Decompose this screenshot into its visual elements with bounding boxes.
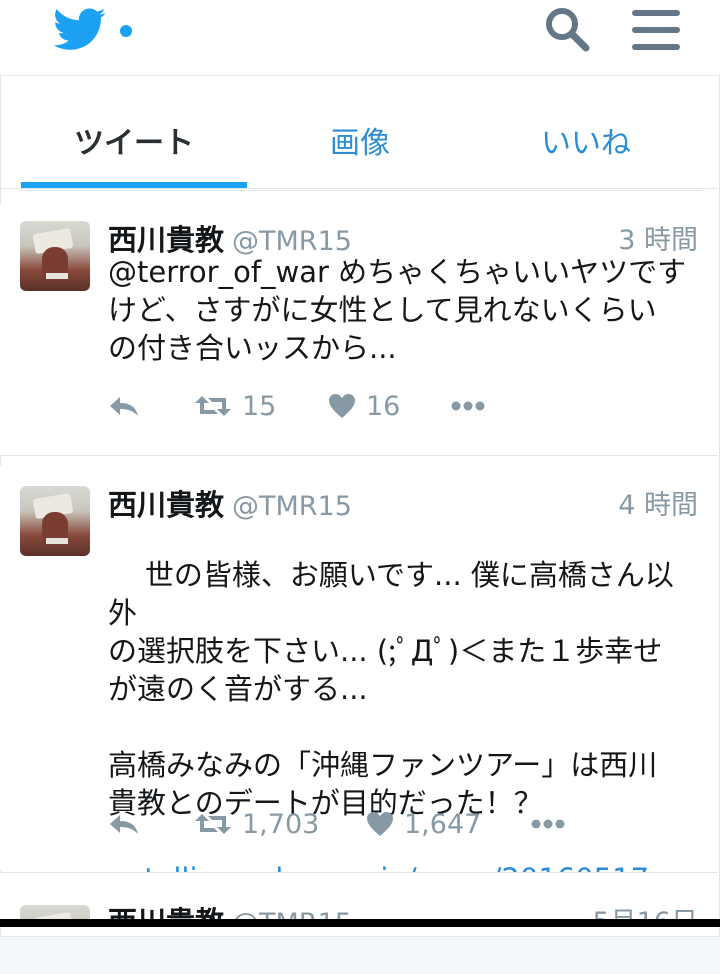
tweet[interactable]: 西川貴教 @TMR15 4 時間 世の皆様、お願いです... 僕に高橋さん以外 の… [0, 466, 718, 896]
author-name: 西川貴教 [108, 905, 224, 919]
avatar[interactable] [20, 221, 90, 291]
more-icon [531, 819, 565, 829]
retweet-icon [195, 814, 231, 834]
heart-icon [367, 812, 393, 836]
author-handle: @TMR15 [232, 908, 352, 919]
twitter-bird-icon[interactable] [52, 8, 108, 52]
tab-images[interactable]: 画像 [247, 116, 473, 182]
top-bar [0, 0, 720, 75]
tweet[interactable]: 西川貴教 @TMR15 3 時間 @terror_of_war めちゃくちゃいいヤ… [0, 205, 718, 455]
more-button[interactable] [530, 804, 566, 844]
more-icon [451, 401, 485, 411]
search-icon[interactable] [542, 4, 592, 54]
screen-bottom-edge [0, 919, 720, 927]
profile-tabs: ツイート 画像 いいね [21, 116, 701, 191]
tweet-actions: 1,703 1,647 [108, 804, 608, 844]
retweet-icon [195, 396, 231, 416]
tweet-actions: 15 16 [108, 386, 608, 426]
like-button[interactable]: 1,647 [366, 804, 481, 844]
divider [0, 455, 718, 456]
more-button[interactable] [450, 386, 486, 426]
notification-dot [120, 25, 132, 37]
menu-icon[interactable] [628, 6, 684, 54]
tweet-text-content: 世の皆様、お願いです... 僕に高橋さん以外 の選択肢を下さい... (;ﾟДﾟ… [108, 558, 674, 820]
tweet-time[interactable]: 5月16日 [592, 900, 698, 919]
divider [0, 188, 718, 189]
tweet-text: @terror_of_war めちゃくちゃいいヤツです けど、さすがに女性として… [108, 255, 687, 365]
avatar[interactable] [20, 486, 90, 556]
heart-icon [329, 394, 355, 418]
author-name: 西川貴教 [108, 223, 225, 257]
retweet-button[interactable]: 1,703 [194, 804, 319, 844]
retweet-button[interactable]: 15 [194, 386, 276, 426]
reply-button[interactable] [108, 386, 140, 426]
retweet-count: 1,703 [242, 808, 320, 840]
author-name: 西川貴教 [108, 488, 225, 522]
tab-likes[interactable]: いいね [473, 116, 699, 182]
like-count: 16 [366, 390, 401, 422]
like-button[interactable]: 16 [328, 386, 400, 426]
like-count: 1,647 [404, 808, 482, 840]
reply-icon [110, 397, 138, 416]
reply-icon [110, 815, 138, 834]
tab-tweets[interactable]: ツイート [21, 116, 247, 182]
retweet-count: 15 [242, 390, 277, 422]
tweet-author[interactable]: 西川貴教 @TMR15 [108, 899, 352, 919]
tweet-time[interactable]: 4 時間 [618, 483, 698, 522]
avatar[interactable] [20, 905, 90, 919]
reply-button[interactable] [108, 804, 140, 844]
tweet-time[interactable]: 3 時間 [618, 218, 698, 257]
tweet[interactable]: 西川貴教 @TMR15 5月16日 [0, 873, 718, 919]
